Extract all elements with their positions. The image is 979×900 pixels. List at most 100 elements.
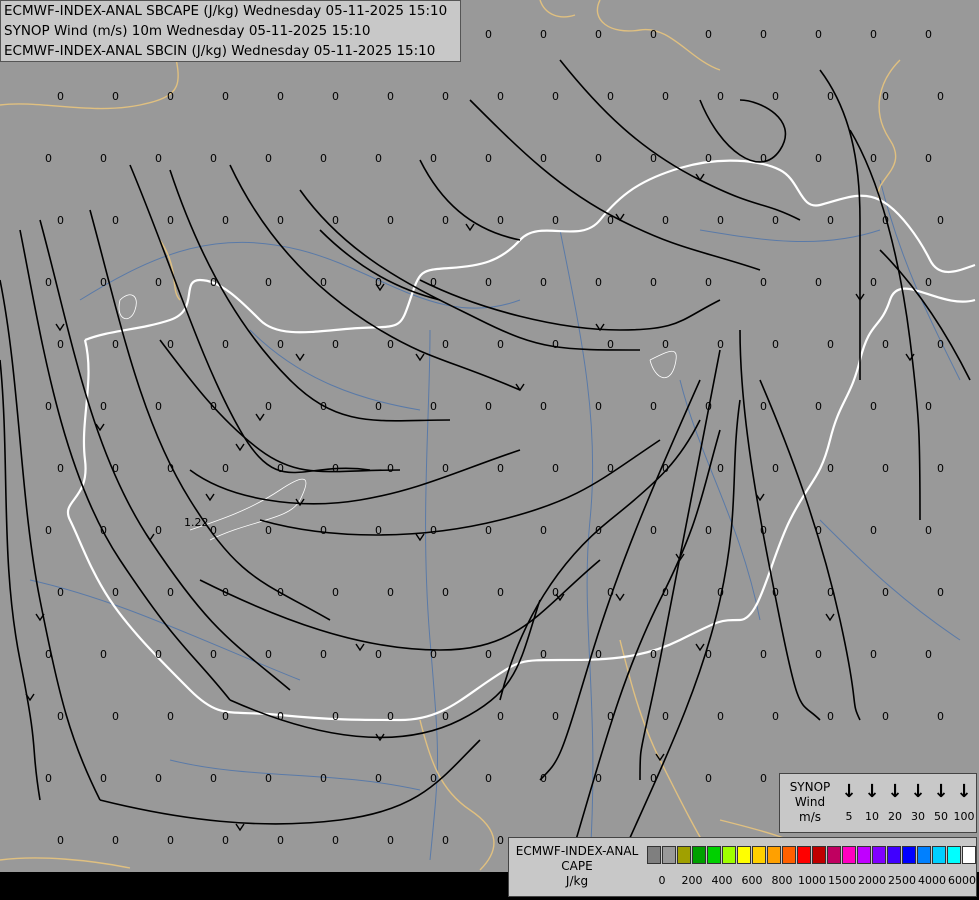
cape-color-swatch <box>887 846 901 864</box>
cape-value-label: 0 <box>705 400 712 413</box>
cape-legend-title-line: ECMWF-INDEX-ANAL <box>515 844 639 858</box>
wind-legend-value: 10 <box>865 810 879 823</box>
cape-value-label: 0 <box>155 152 162 165</box>
cape-value-label: 0 <box>320 152 327 165</box>
cape-value-label: 0 <box>607 462 614 475</box>
cape-value-label: 0 <box>705 648 712 661</box>
cape-value-label: 0 <box>882 586 889 599</box>
cape-color-swatch <box>962 846 976 864</box>
wind-legend: SYNOP Wind m/s ↓ 5 ↓ 10 ↓ 20 ↓ 30 ↓ 50 ↓ 100 <box>779 773 977 833</box>
cape-value-label: 0 <box>45 276 52 289</box>
cape-value-label: 0 <box>57 462 64 475</box>
cape-value-label: 0 <box>210 276 217 289</box>
down-arrow-icon: ↓ <box>841 781 857 802</box>
cape-value-label: 0 <box>827 462 834 475</box>
cape-value-label: 0 <box>705 28 712 41</box>
cape-value-label: 0 <box>485 152 492 165</box>
cape-value-label: 0 <box>870 400 877 413</box>
cape-color-swatch <box>677 846 691 864</box>
cape-value-label: 0 <box>937 710 944 723</box>
cape-value-label: 0 <box>607 338 614 351</box>
cape-color-swatch <box>752 846 766 864</box>
wind-legend-value: 30 <box>911 810 925 823</box>
cape-value-label: 0 <box>277 834 284 847</box>
cape-value-label: 0 <box>882 90 889 103</box>
cape-color-swatch <box>812 846 826 864</box>
down-arrow-icon: ↓ <box>910 781 926 802</box>
cape-value-label: 0 <box>760 524 767 537</box>
cape-value-label: 1.22 <box>184 516 209 529</box>
cape-value-label: 0 <box>815 28 822 41</box>
cape-value-label: 0 <box>760 152 767 165</box>
cape-value-label: 0 <box>497 834 504 847</box>
cape-value-label: 0 <box>717 90 724 103</box>
cape-value-label: 0 <box>112 586 119 599</box>
cape-value-label: 0 <box>540 772 547 785</box>
cape-value-label: 0 <box>540 400 547 413</box>
cape-value-label: 0 <box>45 648 52 661</box>
cape-value-label: 0 <box>717 214 724 227</box>
cape-value-label: 0 <box>387 462 394 475</box>
cape-value-label: 0 <box>870 276 877 289</box>
cape-value-label: 0 <box>112 710 119 723</box>
cape-value-label: 0 <box>485 276 492 289</box>
cape-value-label: 0 <box>540 648 547 661</box>
cape-value-label: 0 <box>662 90 669 103</box>
cape-value-label: 0 <box>100 524 107 537</box>
cape-value-label: 0 <box>442 586 449 599</box>
cape-value-label: 0 <box>265 648 272 661</box>
cape-value-label: 0 <box>112 462 119 475</box>
cape-value-label: 0 <box>540 152 547 165</box>
wind-legend-title-line: SYNOP <box>789 780 831 794</box>
cape-value-label: 0 <box>497 338 504 351</box>
cape-value-label: 0 <box>375 276 382 289</box>
cape-value-label: 0 <box>265 772 272 785</box>
cape-value-label: 0 <box>57 710 64 723</box>
cape-color-swatch <box>647 846 661 864</box>
cape-value-label: 0 <box>497 214 504 227</box>
cape-value-label: 0 <box>277 710 284 723</box>
cape-value-label: 0 <box>375 772 382 785</box>
cape-color-swatch <box>707 846 721 864</box>
cape-value-label: 0 <box>760 276 767 289</box>
cape-value-label: 0 <box>760 400 767 413</box>
cape-value-label: 0 <box>167 834 174 847</box>
cape-value-label: 0 <box>827 90 834 103</box>
cape-value-label: 0 <box>277 462 284 475</box>
cape-value-label: 0 <box>210 772 217 785</box>
cape-value-label: 0 <box>705 152 712 165</box>
cape-value-label: 0 <box>155 400 162 413</box>
cape-value-label: 0 <box>485 400 492 413</box>
cape-value-label: 0 <box>925 152 932 165</box>
cape-value-label: 0 <box>552 90 559 103</box>
cape-value-label: 0 <box>222 710 229 723</box>
cape-value-label: 0 <box>155 772 162 785</box>
cape-value-label: 0 <box>387 338 394 351</box>
cape-value-label: 0 <box>870 648 877 661</box>
wind-legend-title: SYNOP Wind m/s <box>784 780 836 825</box>
cape-value-label: 0 <box>442 710 449 723</box>
cape-legend: ECMWF-INDEX-ANAL CAPE J/kg 0 200 400 600 800… <box>508 837 977 897</box>
cape-value-label: 0 <box>925 28 932 41</box>
cape-color-swatch <box>947 846 961 864</box>
cape-value-label: 0 <box>100 400 107 413</box>
cape-value-label: 0 <box>595 772 602 785</box>
cape-value-label: 0 <box>210 524 217 537</box>
cape-color-swatch <box>662 846 676 864</box>
cape-value-label: 0 <box>332 834 339 847</box>
cape-value-label: 0 <box>772 338 779 351</box>
cape-value-label: 0 <box>430 152 437 165</box>
cape-value-label: 0 <box>607 710 614 723</box>
cape-value-label: 0 <box>595 524 602 537</box>
cape-value-label: 0 <box>607 90 614 103</box>
cape-value-label: 0 <box>45 152 52 165</box>
cape-legend-title-line: J/kg <box>565 874 589 888</box>
cape-value-label: 0 <box>442 90 449 103</box>
cape-value-label: 0 <box>222 338 229 351</box>
cape-value-label: 0 <box>387 710 394 723</box>
cape-value-label: 0 <box>112 214 119 227</box>
cape-value-label: 0 <box>497 586 504 599</box>
cape-value-label: 0 <box>870 28 877 41</box>
cape-color-swatch <box>902 846 916 864</box>
cape-color-swatch <box>872 846 886 864</box>
